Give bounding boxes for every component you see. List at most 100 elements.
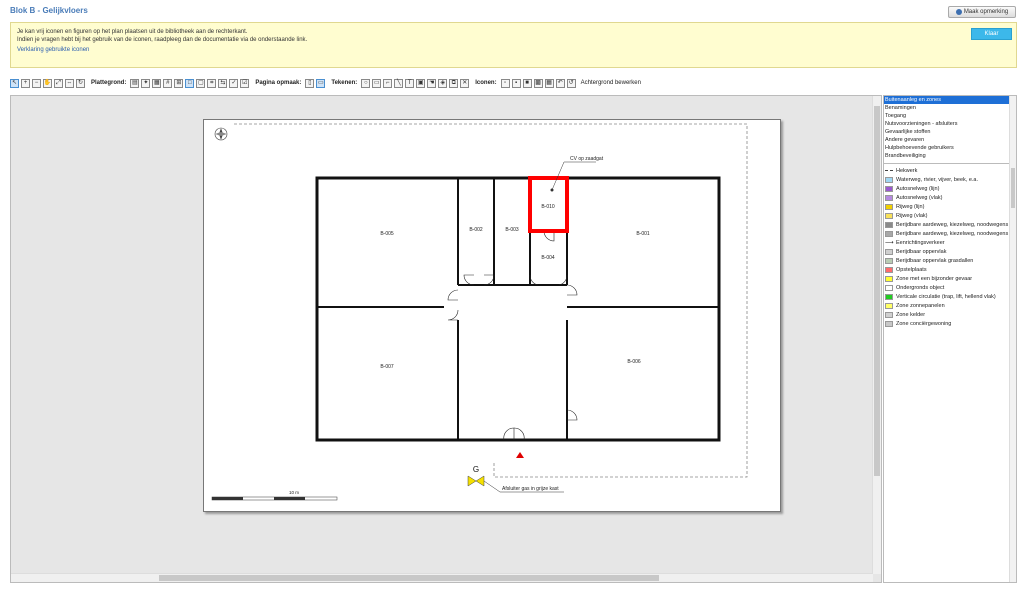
room-labels: B-005 B-002 B-003 B-010 B-004 B-001 B-00… [380, 204, 650, 370]
select-pointer-icon[interactable]: ↖ [10, 78, 19, 88]
copy-icon[interactable]: ⧉ [449, 78, 459, 88]
polyline-draw-icon[interactable]: ⌐ [383, 78, 393, 88]
symbol-item[interactable]: Rijweg (lijn) [884, 202, 1016, 211]
category-item[interactable]: Andere gevaren [884, 136, 1016, 144]
symbol-item[interactable]: Berijdbaar oppervlak [884, 247, 1016, 256]
symbol-label: Berijdbare aardeweg, kiezelweg, noodwege… [896, 230, 1016, 237]
undo-icon[interactable]: ↶ [555, 78, 565, 88]
symbol-item[interactable]: Berijdbare aardeweg, kiezelweg, noodwege… [884, 220, 1016, 229]
symbol-item[interactable]: ⟶ Eenrichtingsverkeer [884, 238, 1016, 247]
category-item[interactable]: Buitenaanleg en zones [884, 96, 1016, 104]
symbol-label: Hekwerk [896, 167, 918, 174]
symbol-label: Ondergronds object [896, 284, 945, 291]
layout-grid-icon[interactable]: ▦ [152, 78, 162, 88]
symbol-item[interactable]: Zone zonnepanelen [884, 301, 1016, 310]
plan-canvas[interactable]: CV op zaadgat B-005 B-002 B-003 B-010 B-… [10, 95, 882, 583]
category-item[interactable]: Benamingen [884, 104, 1016, 112]
grid-icon[interactable]: # [163, 78, 173, 88]
symbol-item[interactable]: Zone met een bijzonder gevaar [884, 274, 1016, 283]
portrait-icon[interactable]: ▯ [305, 78, 315, 88]
snap-grid-icon[interactable]: ⊞ [174, 78, 184, 88]
symbol-item[interactable]: Berijdbare aardeweg, kiezelweg, noodwege… [884, 229, 1016, 238]
rotate-icon[interactable]: ↻ [76, 78, 85, 88]
draw-label: Tekenen: [331, 80, 358, 86]
color-swatch-icon [885, 212, 893, 219]
landscape-icon[interactable]: ▭ [316, 78, 326, 88]
icon-small-icon[interactable]: ▫ [500, 78, 510, 88]
frame-alt-icon[interactable]: ▢ [196, 78, 206, 88]
symbol-item[interactable]: Ondergronds object [884, 283, 1016, 292]
symbol-label: Zone conciërgewoning [896, 320, 952, 327]
delete-icon[interactable]: ✕ [460, 78, 470, 88]
text-draw-icon[interactable]: T [405, 78, 415, 88]
header: Blok B - Gelijkvloers Maak opmerking [0, 0, 1024, 22]
symbol-item[interactable]: Verticale circulatie (trap, lift, hellen… [884, 292, 1016, 301]
floor-plan-svg: CV op zaadgat B-005 B-002 B-003 B-010 B-… [211, 123, 748, 501]
line-draw-icon[interactable]: ╲ [394, 78, 404, 88]
icon-xlarge-icon[interactable]: ▩ [533, 78, 543, 88]
color-swatch-icon [885, 176, 893, 183]
symbol-list[interactable]: Hekwerk Waterweg, rivier, vijver, beek, e… [884, 166, 1016, 582]
interior-walls [317, 178, 719, 440]
symbol-item[interactable]: Berijdbaar oppervlak grasdallen [884, 256, 1016, 265]
symbol-item[interactable]: Autosnelweg (vlak) [884, 193, 1016, 202]
compass-icon[interactable]: ✦ [141, 78, 151, 88]
color-swatch-icon [885, 203, 893, 210]
category-item[interactable]: Hulpbehoevende gebruikers [884, 144, 1016, 152]
zoom-out-icon[interactable]: − [32, 78, 41, 88]
page-title: Blok B - Gelijkvloers [10, 6, 88, 15]
gas-valve-icon[interactable] [467, 475, 485, 487]
symbol-item[interactable]: Zone conciërgewoning [884, 319, 1016, 328]
gas-letter: G [473, 465, 479, 474]
cv-label: CV op zaadgat [570, 156, 604, 162]
symbol-label: Autosnelweg (vlak) [896, 194, 943, 201]
background-edit-label[interactable]: Achtergrond bewerken [581, 80, 641, 86]
room-label: B-003 [505, 227, 519, 233]
color-swatch-icon [885, 194, 893, 201]
symbol-item[interactable]: Zone kelder [884, 310, 1016, 319]
color-swatch-icon [885, 248, 893, 255]
zoom-in-icon[interactable]: + [21, 78, 30, 88]
vertical-scrollbar[interactable] [872, 96, 881, 574]
symbol-item[interactable]: Hekwerk [884, 166, 1016, 175]
category-item[interactable]: Brandbeveiliging [884, 152, 1016, 160]
crop-icon[interactable]: ⌗ [207, 78, 217, 88]
pan-hand-icon[interactable]: ✋ [43, 78, 52, 88]
info-line-2: Indien je vragen hebt bij het gebruik va… [17, 37, 308, 43]
fit-width-icon[interactable]: ⇔ [65, 78, 74, 88]
category-item[interactable]: Toegang [884, 112, 1016, 120]
rectangle-draw-icon[interactable]: ▭ [372, 78, 382, 88]
symbol-label: Opstelplaats [896, 266, 927, 273]
done-button[interactable]: Klaar [971, 28, 1012, 40]
make-remark-button[interactable]: Maak opmerking [948, 6, 1016, 18]
symbol-item[interactable]: Waterweg, rivier, vijver, beek, e.a. [884, 175, 1016, 184]
category-item[interactable]: Gevaarlijke stoffen [884, 128, 1016, 136]
swap-icon[interactable]: ⇆ [218, 78, 228, 88]
symbol-label: Rijweg (lijn) [896, 203, 925, 210]
import-plan-icon[interactable]: ▤ [130, 78, 140, 88]
symbol-label: Zone zonnepanelen [896, 302, 945, 309]
background-edit-icon[interactable]: ↺ [566, 78, 576, 88]
symbol-item[interactable]: Opstelplaats [884, 265, 1016, 274]
symbol-item[interactable]: Autosnelweg (lijn) [884, 184, 1016, 193]
image-insert-icon[interactable]: ▣ [416, 78, 426, 88]
fill-tool-icon[interactable]: ◈ [438, 78, 448, 88]
fit-to-screen-icon[interactable]: ⤢ [54, 78, 63, 88]
check-toggle-icon[interactable]: ✓ [229, 78, 239, 88]
color-swatch-icon [885, 275, 893, 282]
hand-tool-icon[interactable]: ☚ [427, 78, 437, 88]
library-scrollbar[interactable] [1009, 96, 1016, 582]
room-label: B-004 [541, 255, 555, 261]
category-item[interactable]: Nutsvoorzieningen - afsluiters [884, 120, 1016, 128]
icon-grid-icon[interactable]: ▦ [544, 78, 554, 88]
category-list[interactable]: Buitenaanleg en zones Benamingen Toegang Nu… [884, 96, 1016, 164]
circle-draw-icon[interactable]: ○ [361, 78, 371, 88]
frame-icon[interactable]: □ [185, 78, 195, 88]
symbol-item[interactable]: Rijweg (vlak) [884, 211, 1016, 220]
checkbox-icon[interactable]: ☑ [240, 78, 250, 88]
icons-label: Iconen: [475, 80, 497, 86]
icon-legend-link[interactable]: Verklaring gebruikte iconen [17, 47, 89, 53]
icon-medium-icon[interactable]: ▪ [511, 78, 521, 88]
icon-large-icon[interactable]: ■ [522, 78, 532, 88]
horizontal-scrollbar[interactable] [11, 573, 873, 582]
